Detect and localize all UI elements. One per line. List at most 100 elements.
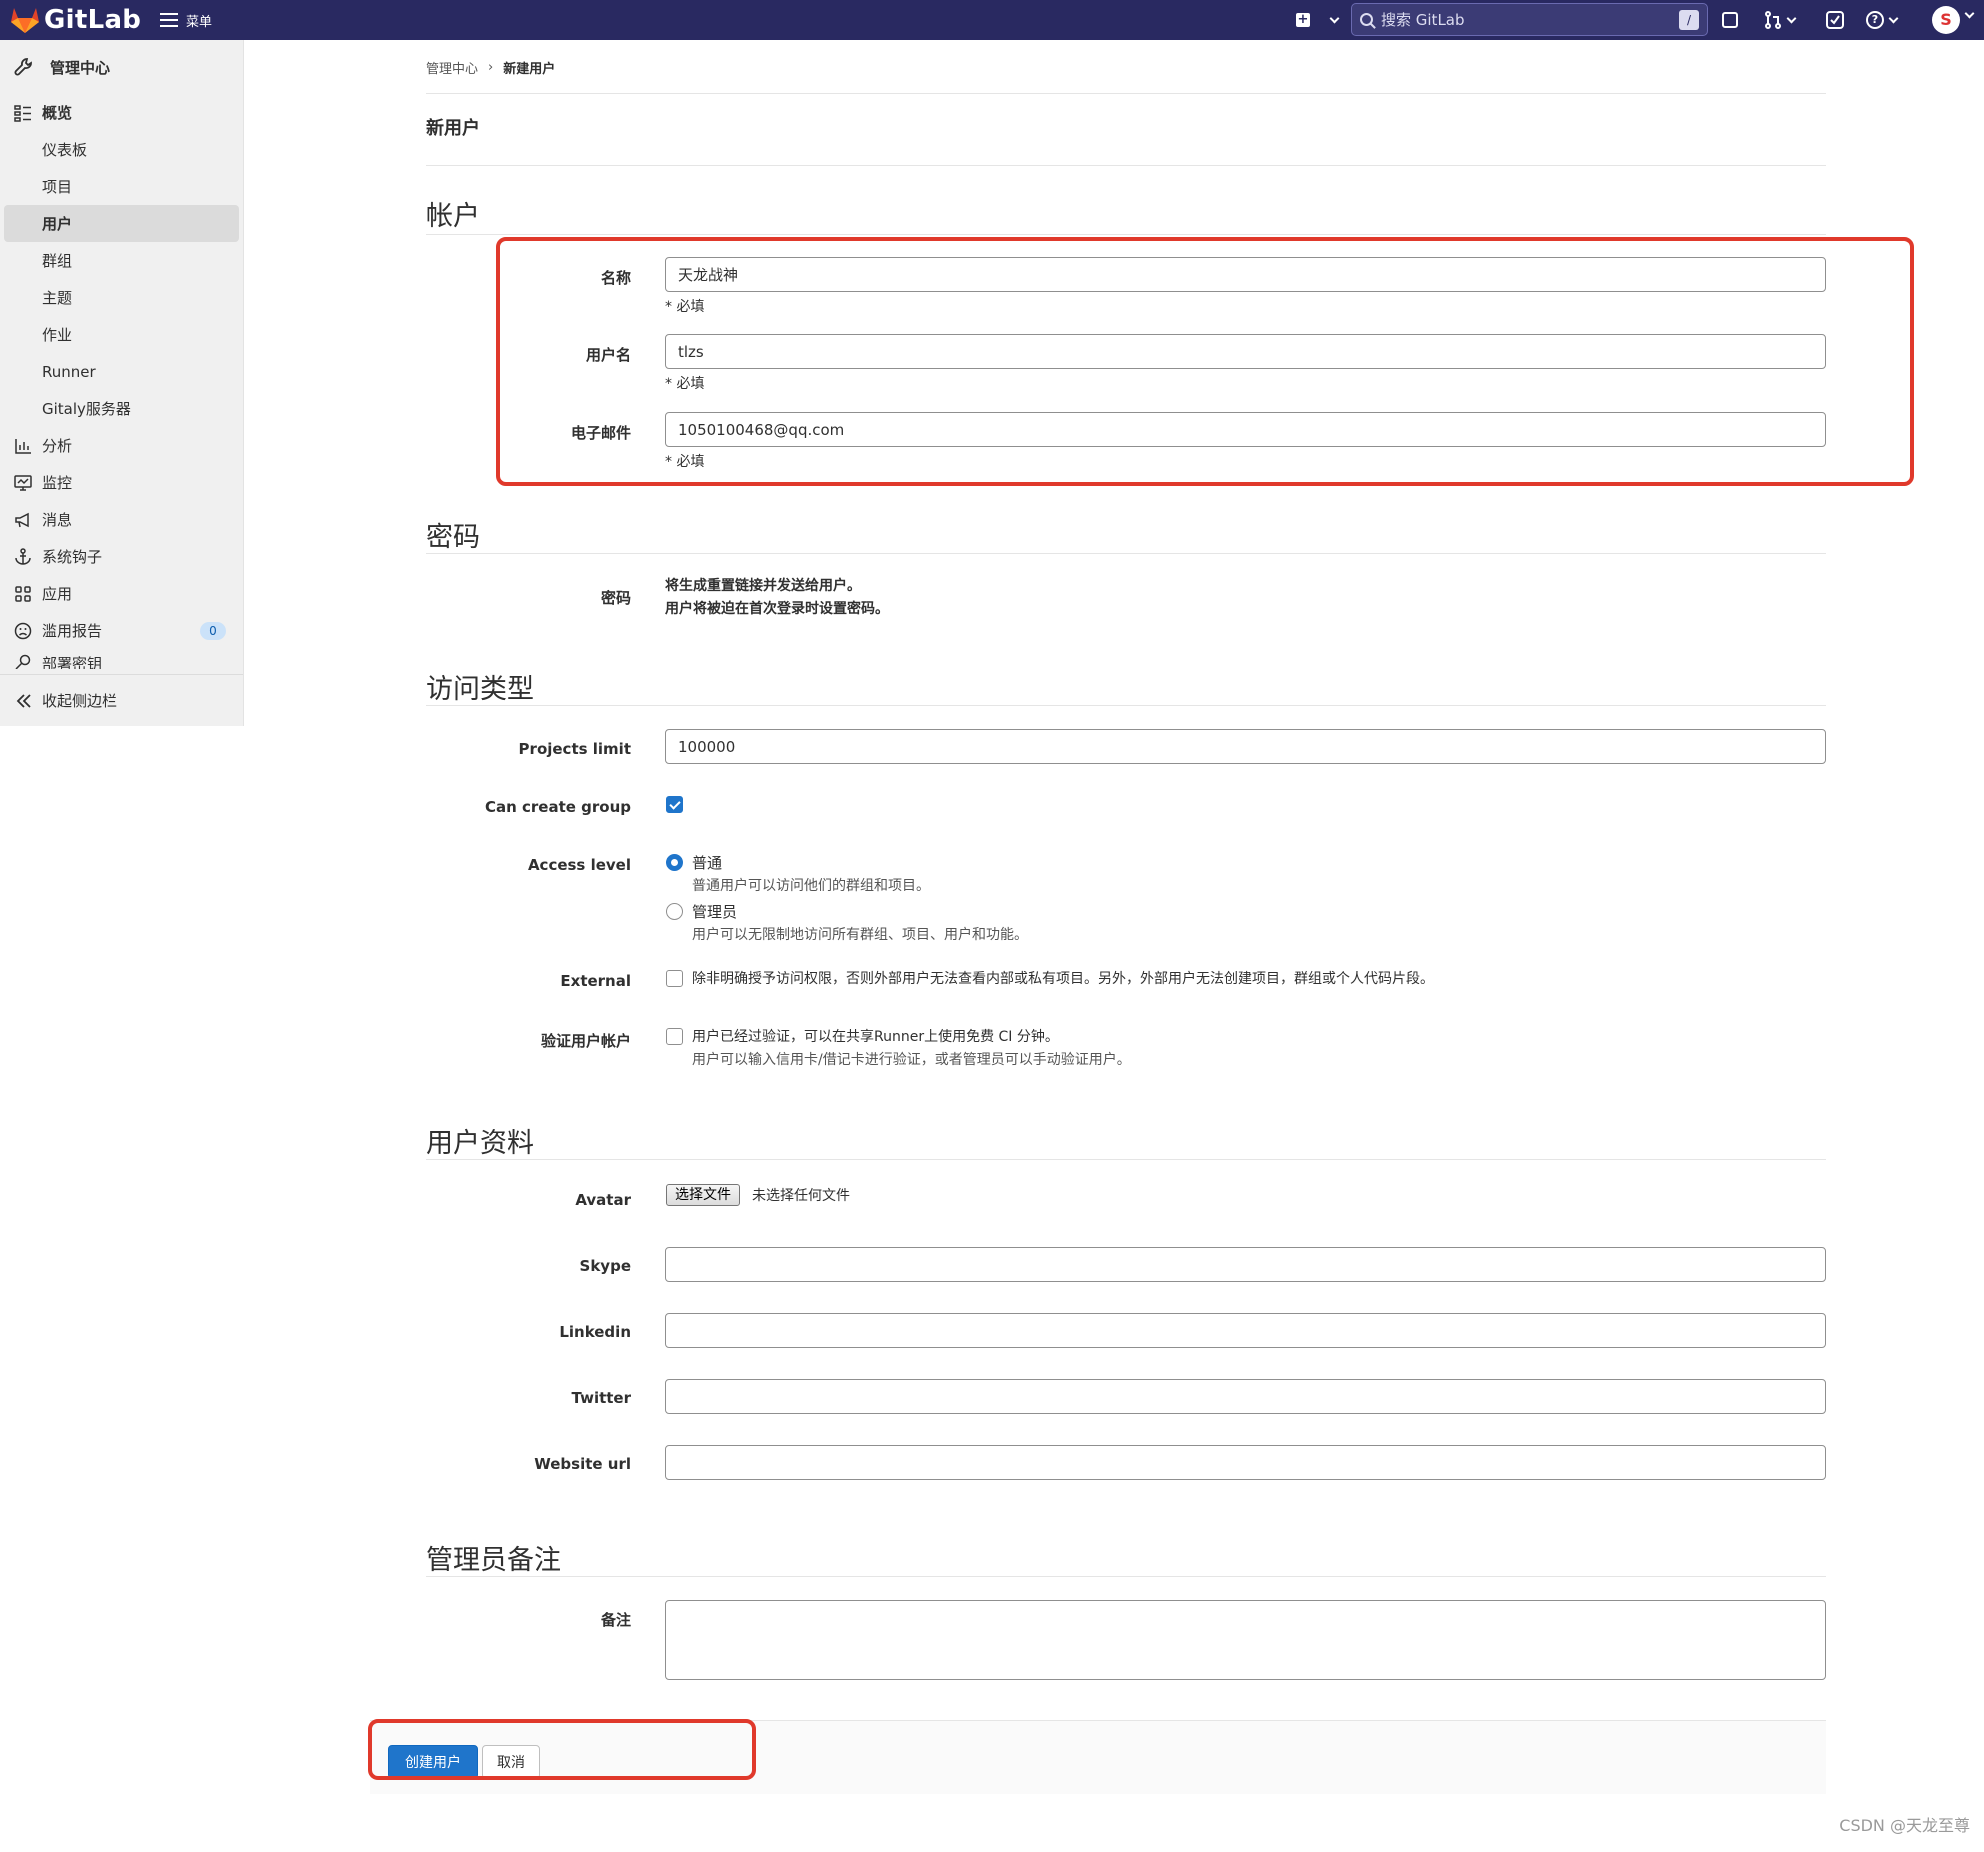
validate-account-info: 用户已经过验证，可以在共享Runner上使用免费 CI 分钟。 — [692, 1029, 1059, 1045]
search-shortcut-key: / — [1679, 9, 1699, 30]
projects-limit-field[interactable] — [665, 729, 1826, 764]
breadcrumb-current[interactable]: 新建用户 — [503, 58, 555, 77]
sidebar-item-label: 作业 — [42, 326, 73, 344]
sidebar-item-label: 群组 — [42, 252, 73, 270]
merge-request-icon — [1765, 11, 1781, 29]
sidebar-item-projects[interactable]: 项目 — [0, 168, 243, 205]
todo-check-icon — [1826, 11, 1844, 29]
sidebar-item-label: 系统钩子 — [42, 548, 103, 566]
sidebar-item-groups[interactable]: 群组 — [0, 242, 243, 279]
section-title-profile: 用户资料 — [426, 1128, 534, 1159]
validate-account-checkbox[interactable] — [666, 1028, 683, 1045]
sidebar-item-messages[interactable]: 消息 — [0, 501, 243, 538]
skype-label: Skype — [579, 1257, 631, 1275]
access-level-regular-radio[interactable] — [666, 854, 683, 871]
sidebar-item-label: 消息 — [42, 511, 73, 529]
breadcrumb: 管理中心 › 新建用户 — [426, 58, 555, 77]
count-badge: 0 — [200, 622, 226, 640]
sidebar-header[interactable]: 管理中心 — [0, 40, 243, 94]
issues-icon — [1722, 12, 1738, 28]
sidebar-item-label: 主题 — [42, 289, 73, 307]
sidebar-item-runners[interactable]: Runner — [0, 353, 243, 390]
collapse-label: 收起侧边栏 — [42, 692, 118, 710]
section-title-admin-notes: 管理员备注 — [426, 1545, 561, 1576]
help-icon: ? — [1866, 11, 1884, 29]
double-chevron-left-icon — [16, 693, 31, 708]
sidebar-item-deploy-keys[interactable]: 部署密钥 — [0, 649, 243, 669]
sidebar-item-topics[interactable]: 主题 — [0, 279, 243, 316]
sidebar-item-gitaly-servers[interactable]: Gitaly服务器 — [0, 390, 243, 427]
highlight-box-actions — [368, 1719, 756, 1780]
chevron-down-icon[interactable] — [1964, 8, 1975, 19]
external-checkbox[interactable] — [666, 970, 683, 987]
divider — [426, 705, 1826, 706]
abuse-icon — [14, 622, 32, 639]
no-file-text: 未选择任何文件 — [752, 1188, 850, 1204]
sidebar-item-applications[interactable]: 应用 — [0, 575, 243, 612]
linkedin-field[interactable] — [665, 1313, 1826, 1348]
todos-button[interactable] — [1826, 9, 1844, 31]
watermark: CSDN @天龙至尊 — [1839, 1816, 1970, 1835]
breadcrumb-separator: › — [488, 60, 494, 75]
help-button[interactable]: ? — [1866, 9, 1899, 31]
sidebar-item-overview[interactable]: 概览 — [0, 94, 243, 131]
sidebar-item-users[interactable]: 用户 — [4, 205, 239, 242]
access-level-admin-help: 用户可以无限制地访问所有群组、项目、用户和功能。 — [692, 927, 1028, 943]
sidebar-item-label: 仪表板 — [42, 141, 88, 159]
can-create-group-checkbox[interactable] — [666, 796, 683, 813]
search-input[interactable] — [1381, 10, 1679, 29]
note-textarea[interactable] — [665, 1600, 1826, 1680]
linkedin-label: Linkedin — [559, 1323, 631, 1341]
access-level-regular-help: 普通用户可以访问他们的群组和项目。 — [692, 878, 930, 894]
sidebar-item-label: 监控 — [42, 474, 73, 492]
sidebar-item-label: 滥用报告 — [42, 622, 103, 640]
divider — [426, 1576, 1826, 1577]
note-label: 备注 — [600, 1611, 631, 1629]
twitter-field[interactable] — [665, 1379, 1826, 1414]
validate-account-label: 验证用户帐户 — [540, 1032, 631, 1050]
chevron-down-icon — [1329, 13, 1340, 23]
sidebar-item-label: Runner — [42, 362, 96, 381]
avatar[interactable]: S — [1932, 6, 1960, 34]
divider — [426, 234, 1826, 235]
sidebar-item-analytics[interactable]: 分析 — [0, 427, 243, 464]
sidebar-item-dashboard[interactable]: 仪表板 — [0, 131, 243, 168]
sidebar-item-label: 用户 — [42, 215, 73, 233]
chevron-down-icon — [1888, 13, 1899, 23]
key-icon — [15, 654, 31, 669]
sidebar-item-abuse-reports[interactable]: 滥用报告 0 — [0, 612, 243, 649]
wrench-icon — [14, 58, 32, 76]
password-reset-info: 将生成重置链接并发送给用户。 — [665, 578, 861, 594]
access-level-admin-radio[interactable] — [666, 903, 683, 920]
search-box[interactable]: / — [1351, 3, 1708, 36]
sidebar-item-label: 分析 — [42, 437, 73, 455]
website-url-label: Website url — [534, 1455, 631, 1473]
grid-list-icon — [14, 104, 31, 122]
skype-field[interactable] — [665, 1247, 1826, 1282]
sidebar-item-monitoring[interactable]: 监控 — [0, 464, 243, 501]
new-dropdown-button[interactable]: + — [1296, 9, 1340, 31]
section-title-account: 帐户 — [426, 201, 480, 232]
apps-icon — [15, 585, 31, 602]
divider — [426, 553, 1826, 554]
collapse-sidebar-button[interactable]: 收起侧边栏 — [0, 674, 243, 726]
twitter-label: Twitter — [571, 1389, 632, 1407]
section-title-password: 密码 — [426, 522, 480, 553]
issues-button[interactable] — [1722, 9, 1738, 31]
chevron-down-icon — [1786, 13, 1797, 23]
megaphone-icon — [15, 512, 29, 527]
sidebar-item-jobs[interactable]: 作业 — [0, 316, 243, 353]
breadcrumb-parent[interactable]: 管理中心 — [426, 58, 478, 77]
gitlab-logo[interactable]: GitLab — [10, 4, 141, 36]
sidebar-item-system-hooks[interactable]: 系统钩子 — [0, 538, 243, 575]
section-title-access: 访问类型 — [426, 674, 534, 705]
menu-button[interactable]: 菜单 — [160, 9, 212, 31]
admin-sidebar: 管理中心 概览 仪表板 项目 用户 群组 主题 作业 Runner Gitaly… — [0, 40, 244, 726]
anchor-icon — [15, 547, 31, 565]
merge-requests-button[interactable] — [1764, 9, 1797, 31]
page-title: 新用户 — [426, 118, 480, 139]
choose-file-button[interactable]: 选择文件 — [666, 1184, 740, 1206]
access-level-label: Access level — [527, 856, 631, 874]
website-url-field[interactable] — [665, 1445, 1826, 1480]
avatar-label: Avatar — [575, 1191, 631, 1209]
